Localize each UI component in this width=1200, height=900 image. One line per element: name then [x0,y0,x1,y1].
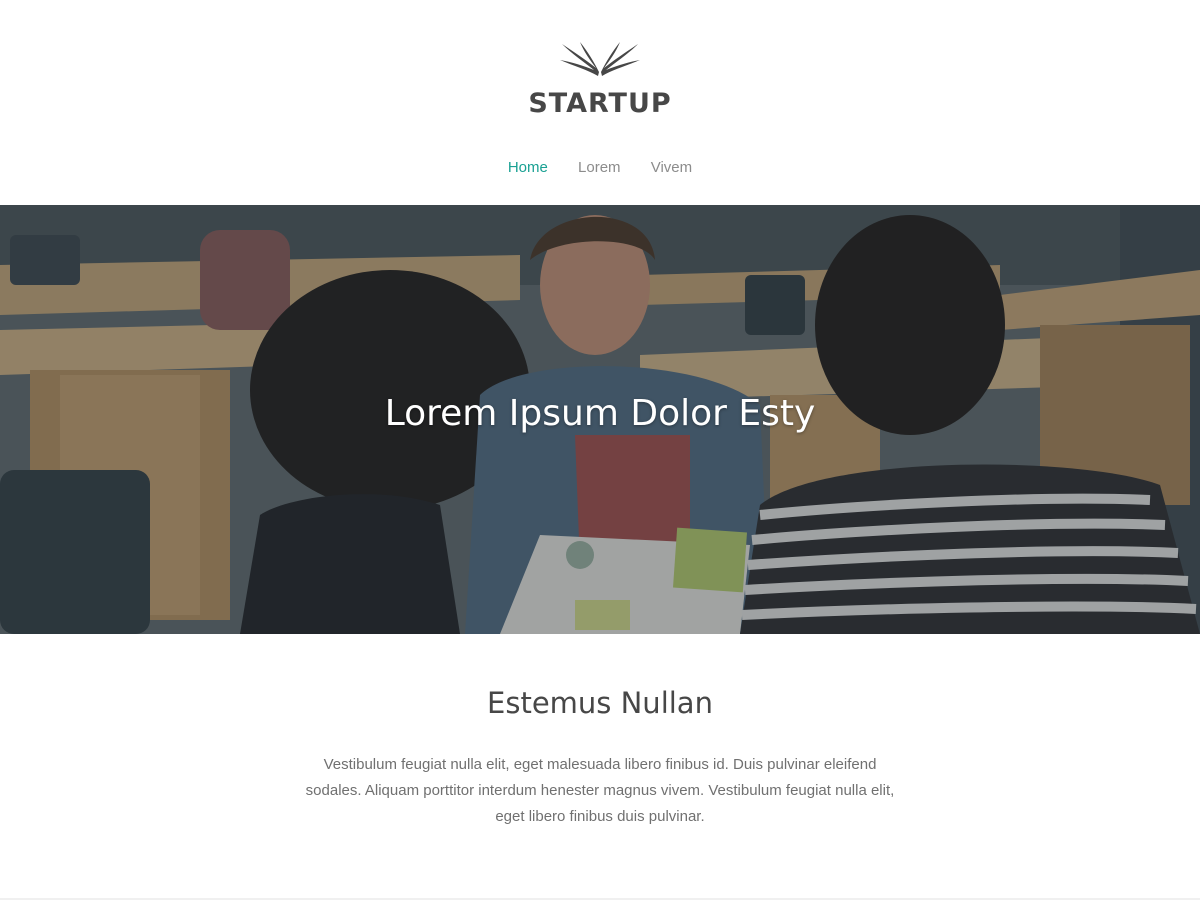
intro-section: Estemus Nullan Vestibulum feugiat nulla … [0,634,1200,900]
section-title: Estemus Nullan [487,686,713,720]
page: STARTUP Home Lorem Vivem Lorem Ipsum Dol… [0,0,1200,900]
hero-title: Lorem Ipsum Dolor Esty [384,393,816,434]
nav-item-lorem[interactable]: Lorem [578,159,621,176]
nav-item-home[interactable]: Home [508,159,548,176]
nav-item-vivem[interactable]: Vivem [651,159,692,176]
brand-name[interactable]: STARTUP [0,88,1200,119]
wings-icon[interactable] [556,40,644,82]
main-nav: Home Lorem Vivem [0,159,1200,176]
hero-banner: Lorem Ipsum Dolor Esty [0,205,1200,634]
site-header: STARTUP Home Lorem Vivem [0,0,1200,205]
section-body: Vestibulum feugiat nulla elit, eget male… [305,756,895,825]
